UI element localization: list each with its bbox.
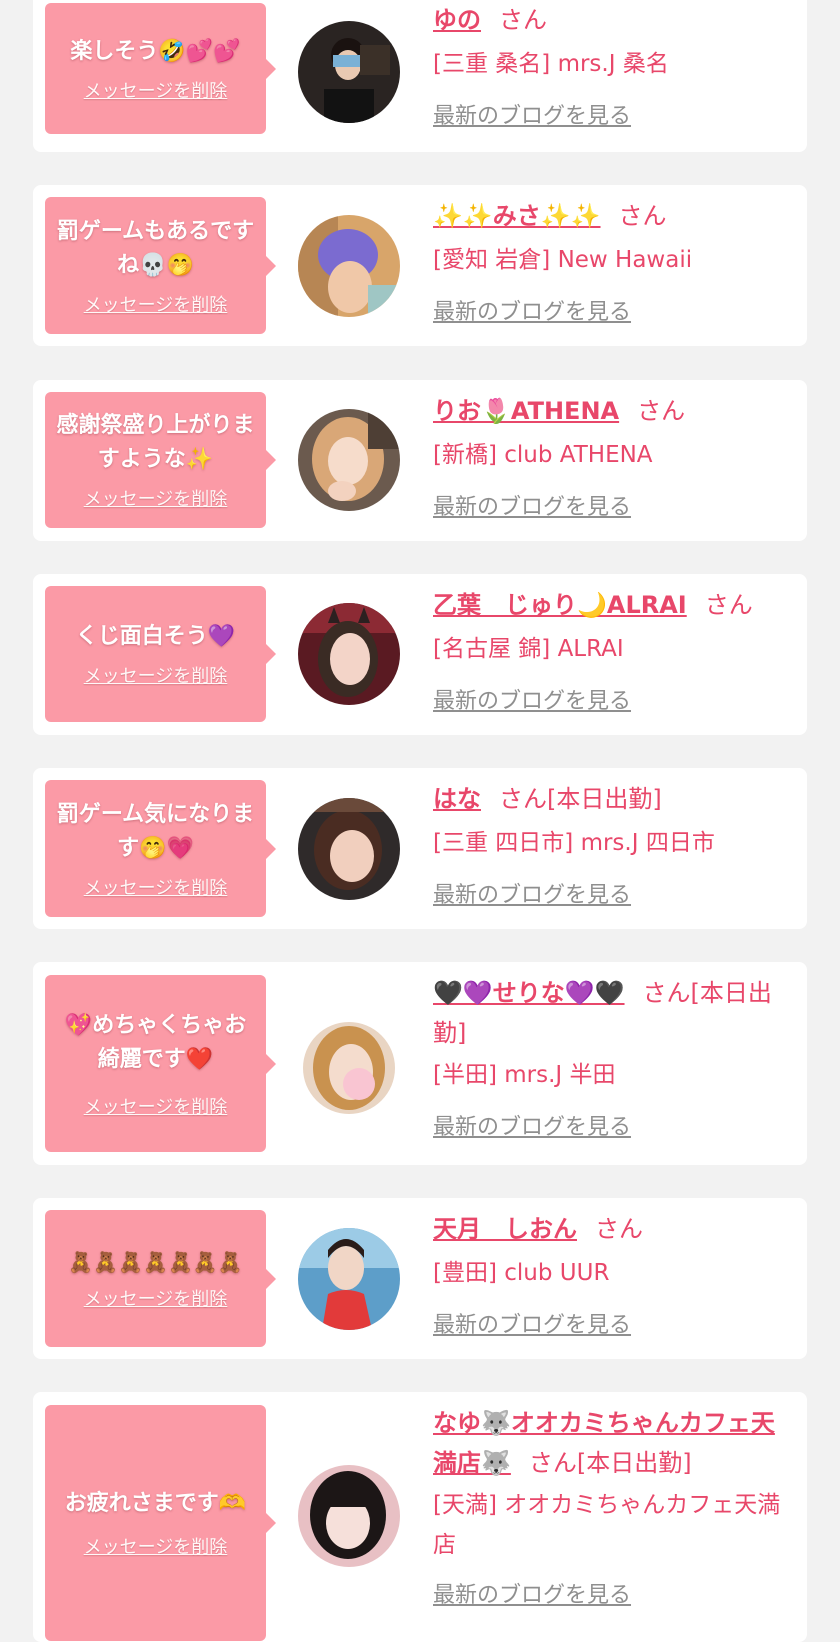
shop-info: [愛知 岩倉] New Hawaii: [433, 247, 693, 273]
honorific: さん: [618, 202, 667, 230]
delete-message-link[interactable]: メッセージを削除: [84, 291, 228, 317]
delete-message-link[interactable]: メッセージを削除: [84, 874, 228, 900]
message-bubble: お疲れさまです🫶 メッセージを削除: [45, 1405, 276, 1641]
host-name-line: ゆの さん: [433, 0, 797, 40]
message-text: 💖めちゃくちゃお綺麗です❤️: [64, 1012, 247, 1072]
message-card: 罰ゲーム気になります🤭💗 メッセージを削除 はな さん[本日出勤] [三重 四日市…: [33, 768, 807, 929]
latest-blog-link[interactable]: 最新のブログを見る: [433, 294, 631, 326]
message-text: 感謝祭盛り上がりますような✨: [56, 413, 255, 472]
honorific: さん: [499, 785, 547, 813]
delete-message-link[interactable]: メッセージを削除: [84, 1533, 228, 1559]
honorific: さん: [499, 6, 547, 34]
host-name-line: なゆ🐺オオカミちゃんカフェ天満店🐺 さん[本日出勤]: [433, 1403, 797, 1483]
honorific: さん: [704, 591, 753, 619]
status-suffix: [本日出勤]: [547, 785, 662, 813]
latest-blog-link[interactable]: 最新のブログを見る: [433, 98, 631, 130]
message-text: 楽しそう🤣💕💕: [70, 38, 241, 64]
delete-message-link[interactable]: メッセージを削除: [84, 485, 228, 511]
message-bubble: 楽しそう🤣💕💕 メッセージを削除: [45, 3, 276, 134]
shop-info: [新橋] club ATHENA: [433, 442, 653, 468]
host-name-link[interactable]: りお🌷ATHENA: [433, 397, 619, 425]
latest-blog-link[interactable]: 最新のブログを見る: [433, 1577, 631, 1609]
message-text: 罰ゲームもあるですね💀🤭: [56, 218, 255, 278]
avatar[interactable]: [298, 1228, 400, 1330]
message-card: お疲れさまです🫶 メッセージを削除 なゆ🐺オオカミちゃんカフェ天満店🐺 さん[本日…: [33, 1392, 807, 1642]
honorific: さん: [595, 1215, 643, 1243]
status-suffix: [本日出勤]: [576, 1449, 692, 1477]
honorific: さん: [642, 979, 691, 1007]
host-name-line: 天月 しおん さん: [433, 1209, 797, 1249]
avatar[interactable]: [298, 798, 400, 900]
latest-blog-link[interactable]: 最新のブログを見る: [433, 489, 631, 521]
host-name-link[interactable]: 🖤💜せりな💜🖤: [433, 979, 625, 1007]
message-bubble: 感謝祭盛り上がりますような✨ メッセージを削除: [45, 392, 276, 528]
avatar[interactable]: [298, 603, 400, 705]
host-name-link[interactable]: ゆの: [433, 6, 481, 34]
host-name-line: 乙葉 じゅり🌙ALRAI さん: [433, 585, 797, 625]
shop-info: [三重 四日市] mrs.J 四日市: [433, 830, 715, 856]
host-name-line: はな さん[本日出勤]: [433, 779, 797, 819]
message-text: 罰ゲーム気になります🤭💗: [56, 801, 255, 861]
delete-message-link[interactable]: メッセージを削除: [84, 77, 228, 103]
message-text: くじ面白そう💜: [75, 624, 236, 649]
message-bubble: 💖めちゃくちゃお綺麗です❤️ メッセージを削除: [45, 975, 276, 1152]
message-card: 💖めちゃくちゃお綺麗です❤️ メッセージを削除 🖤💜せりな💜🖤 さん[本日出勤] …: [33, 962, 807, 1165]
host-name-line: りお🌷ATHENA さん: [433, 391, 797, 431]
message-bubble: くじ面白そう💜 メッセージを削除: [45, 586, 276, 722]
message-card: 🧸🧸🧸🧸🧸🧸🧸 メッセージを削除 天月 しおん さん [豊田] club UUR …: [33, 1198, 807, 1359]
message-card: 感謝祭盛り上がりますような✨ メッセージを削除 りお🌷ATHENA さん [新橋]…: [33, 380, 807, 541]
latest-blog-link[interactable]: 最新のブログを見る: [433, 877, 631, 909]
shop-info: [三重 桑名] mrs.J 桑名: [433, 51, 669, 77]
delete-message-link[interactable]: メッセージを削除: [84, 662, 228, 688]
host-name-link[interactable]: 乙葉 じゅり🌙ALRAI: [433, 591, 687, 619]
host-name-link[interactable]: はな: [433, 785, 481, 813]
delete-message-link[interactable]: メッセージを削除: [84, 1093, 228, 1119]
message-bubble: 罰ゲーム気になります🤭💗 メッセージを削除: [45, 780, 276, 917]
avatar[interactable]: [298, 21, 400, 123]
host-name-link[interactable]: 天月 しおん: [433, 1215, 577, 1243]
avatar[interactable]: [298, 215, 400, 317]
latest-blog-link[interactable]: 最新のブログを見る: [433, 1109, 631, 1141]
host-name-link[interactable]: ✨✨みさ✨✨: [433, 202, 601, 230]
message-card: 罰ゲームもあるですね💀🤭 メッセージを削除 ✨✨みさ✨✨ さん [愛知 岩倉] N…: [33, 185, 807, 346]
message-bubble: 🧸🧸🧸🧸🧸🧸🧸 メッセージを削除: [45, 1210, 276, 1347]
avatar[interactable]: [298, 409, 400, 511]
shop-info: [豊田] club UUR: [433, 1260, 610, 1286]
shop-info: [名古屋 錦] ALRAI: [433, 636, 624, 662]
avatar[interactable]: [298, 1465, 400, 1567]
honorific: さん: [637, 397, 686, 425]
host-name-line: ✨✨みさ✨✨ さん: [433, 196, 797, 236]
latest-blog-link[interactable]: 最新のブログを見る: [433, 683, 631, 715]
latest-blog-link[interactable]: 最新のブログを見る: [433, 1307, 631, 1339]
shop-info: [半田] mrs.J 半田: [433, 1062, 616, 1088]
message-bubble: 罰ゲームもあるですね💀🤭 メッセージを削除: [45, 197, 276, 334]
message-text: 🧸🧸🧸🧸🧸🧸🧸: [68, 1249, 243, 1274]
message-text: お疲れさまです🫶: [64, 1491, 247, 1516]
avatar[interactable]: [303, 1022, 395, 1114]
shop-info: [天満] オオカミちゃんカフェ天満店: [433, 1492, 781, 1558]
delete-message-link[interactable]: メッセージを削除: [84, 1285, 228, 1311]
host-name-line: 🖤💜せりな💜🖤 さん[本日出勤]: [433, 973, 797, 1053]
honorific: さん: [528, 1449, 577, 1477]
message-card: 楽しそう🤣💕💕 メッセージを削除 ゆの さん [三重 桑名] mrs.J 桑名 最…: [33, 0, 807, 152]
message-card: くじ面白そう💜 メッセージを削除 乙葉 じゅり🌙ALRAI さん [名古屋 錦] …: [33, 574, 807, 735]
